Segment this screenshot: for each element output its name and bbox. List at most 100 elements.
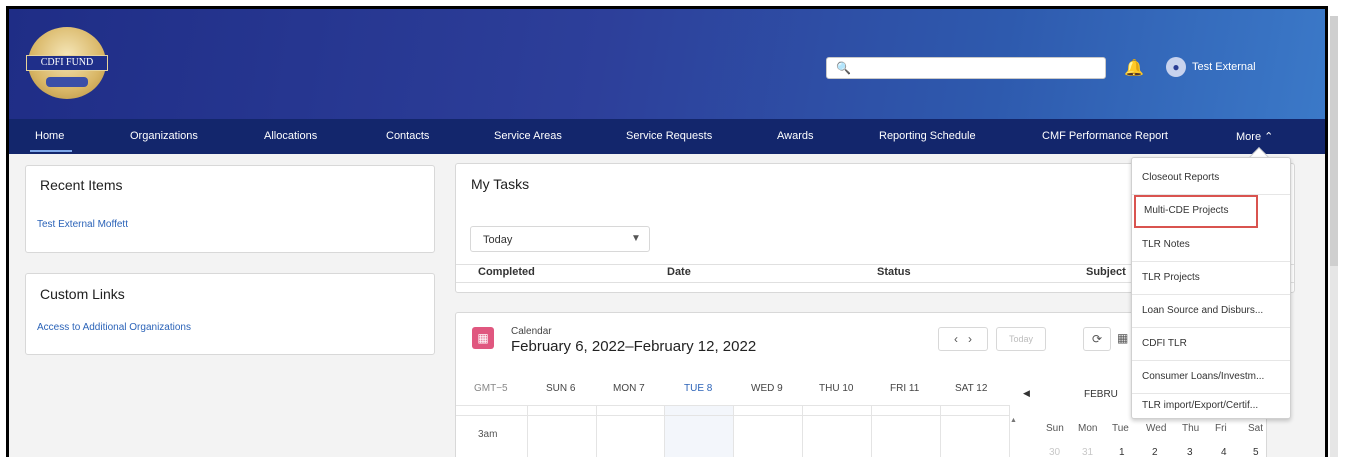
chevron-left-icon[interactable]: ‹ (954, 332, 958, 346)
chevron-right-icon[interactable]: › (968, 332, 972, 346)
mini-calendar-prev-icon[interactable]: ◀ (1023, 388, 1030, 399)
mini-calendar-date[interactable]: 5 (1253, 447, 1259, 457)
menu-item-label: CDFI TLR (1142, 338, 1187, 349)
recent-items-title: Recent Items (40, 177, 123, 193)
calendar-today-button[interactable]: Today (996, 327, 1046, 351)
refresh-icon[interactable]: ⟳ (1083, 327, 1111, 351)
recent-item-link[interactable]: Test External Moffett (37, 219, 128, 230)
calendar-prev-next-group: ‹ › (938, 327, 988, 351)
menu-item-label: TLR Notes (1142, 239, 1190, 250)
mini-calendar-weekday: Sat (1248, 423, 1264, 434)
mini-calendar-weekday: Sun (1046, 423, 1064, 434)
nav-item-awards[interactable]: Awards (777, 130, 813, 142)
mini-calendar-weekday: Wed (1146, 423, 1167, 434)
day-header[interactable]: MON 7 (613, 383, 645, 394)
menu-item-label: Multi-CDE Projects (1144, 205, 1229, 216)
nav-item-service-areas[interactable]: Service Areas (494, 130, 562, 142)
hour-label: 3am (478, 429, 498, 440)
nav-item-allocations[interactable]: Allocations (264, 130, 317, 142)
grid-line (596, 405, 597, 457)
timezone-label: GMT−5 (474, 383, 508, 394)
menu-item-loan-source[interactable]: Loan Source and Disburs... (1132, 295, 1290, 328)
logo-base (46, 77, 88, 87)
calendar-label: Calendar (511, 326, 552, 337)
day-header[interactable]: WED 9 (751, 383, 783, 394)
calendar-view-icon[interactable]: ▦ (1117, 331, 1128, 345)
column-header-completed[interactable]: Completed (478, 266, 535, 278)
mini-calendar-date[interactable]: 1 (1119, 447, 1125, 457)
recent-items-card: Recent Items Test External Moffett (25, 165, 435, 253)
nav-item-more[interactable]: More ⌃ (1236, 130, 1273, 143)
nav-more-label: More (1236, 131, 1262, 143)
grid-line (802, 405, 803, 457)
calendar-icon: ▦ (472, 327, 494, 349)
cdfi-fund-logo[interactable]: CDFI FUND (26, 27, 108, 99)
menu-item-label: Closeout Reports (1142, 172, 1220, 183)
app-window: CDFI FUND 🔍 🔔 ● Test External Home Organ… (6, 6, 1328, 457)
mini-calendar-date[interactable]: 30 (1049, 447, 1060, 457)
nav-item-organizations[interactable]: Organizations (130, 130, 198, 142)
grid-line (871, 405, 872, 457)
user-avatar-icon[interactable]: ● (1166, 57, 1186, 77)
tasks-filter-value: Today (483, 234, 513, 246)
scroll-up-icon[interactable]: ▲ (1010, 417, 1017, 424)
menu-item-multi-cde-projects[interactable]: Multi-CDE Projects (1134, 195, 1258, 228)
logo-banner: CDFI FUND (26, 55, 108, 71)
menu-item-cdfi-tlr[interactable]: CDFI TLR (1132, 328, 1290, 361)
menu-item-tlr-notes[interactable]: TLR Notes (1132, 229, 1290, 262)
nav-active-indicator (30, 150, 72, 152)
today-column (664, 405, 733, 457)
column-header-status[interactable]: Status (877, 266, 911, 278)
caret-down-icon: ▼ (631, 233, 641, 244)
search-input[interactable]: 🔍 (826, 57, 1106, 79)
custom-links-title: Custom Links (40, 286, 125, 302)
grid-line (1009, 405, 1010, 457)
more-menu: Closeout Reports Multi-CDE Projects TLR … (1131, 157, 1291, 419)
grid-line (940, 405, 941, 457)
page-scrollbar[interactable] (1330, 16, 1338, 457)
nav-item-service-requests[interactable]: Service Requests (626, 130, 712, 142)
nav-item-cmf-performance-report[interactable]: CMF Performance Report (1042, 130, 1168, 142)
nav-item-reporting-schedule[interactable]: Reporting Schedule (879, 130, 976, 142)
mini-calendar-weekday: Tue (1112, 423, 1129, 434)
column-header-subject[interactable]: Subject (1086, 266, 1126, 278)
mini-calendar-date[interactable]: 4 (1221, 447, 1227, 457)
global-header: CDFI FUND 🔍 🔔 ● Test External (9, 9, 1325, 119)
grid-line (664, 405, 665, 457)
user-name[interactable]: Test External (1192, 61, 1256, 73)
menu-item-label: TLR Projects (1142, 272, 1200, 283)
mini-calendar-date[interactable]: 2 (1152, 447, 1158, 457)
mini-calendar-date[interactable]: 31 (1082, 447, 1093, 457)
my-tasks-title: My Tasks (471, 176, 530, 192)
day-header[interactable]: SAT 12 (955, 383, 987, 394)
nav-item-home[interactable]: Home (35, 130, 64, 142)
column-header-date[interactable]: Date (667, 266, 691, 278)
mini-calendar-weekday: Thu (1182, 423, 1200, 434)
day-header[interactable]: FRI 11 (890, 383, 919, 394)
grid-line (733, 405, 734, 457)
custom-links-card: Custom Links Access to Additional Organi… (25, 273, 435, 355)
mini-calendar-date[interactable]: 3 (1187, 447, 1193, 457)
day-header-today[interactable]: TUE 8 (684, 383, 712, 394)
menu-item-tlr-projects[interactable]: TLR Projects (1132, 262, 1290, 295)
search-icon: 🔍 (836, 61, 851, 75)
mini-calendar-month: FEBRU (1084, 389, 1118, 400)
menu-item-closeout-reports[interactable]: Closeout Reports (1132, 162, 1290, 195)
mini-calendar-weekday: Mon (1078, 423, 1098, 434)
nav-bar: Home Organizations Allocations Contacts … (9, 119, 1325, 154)
mini-calendar-weekday: Fri (1215, 423, 1227, 434)
custom-link[interactable]: Access to Additional Organizations (37, 322, 191, 333)
day-header[interactable]: THU 10 (819, 383, 853, 394)
nav-item-contacts[interactable]: Contacts (386, 130, 429, 142)
day-header[interactable]: SUN 6 (546, 383, 575, 394)
grid-line (527, 405, 528, 457)
menu-item-tlr-import-export[interactable]: TLR import/Export/Certif... (1132, 390, 1290, 423)
scrollbar-thumb[interactable] (1330, 16, 1338, 266)
tasks-filter-select[interactable]: Today ▼ (470, 226, 650, 252)
menu-item-label: Loan Source and Disburs... (1142, 305, 1264, 316)
notification-bell-icon[interactable]: 🔔 (1124, 58, 1144, 78)
chevron-up-icon: ⌃ (1264, 131, 1274, 143)
menu-item-label: Consumer Loans/Investm... (1142, 371, 1265, 382)
calendar-date-range: February 6, 2022–February 12, 2022 (511, 338, 757, 355)
menu-item-label: TLR import/Export/Certif... (1142, 400, 1259, 411)
